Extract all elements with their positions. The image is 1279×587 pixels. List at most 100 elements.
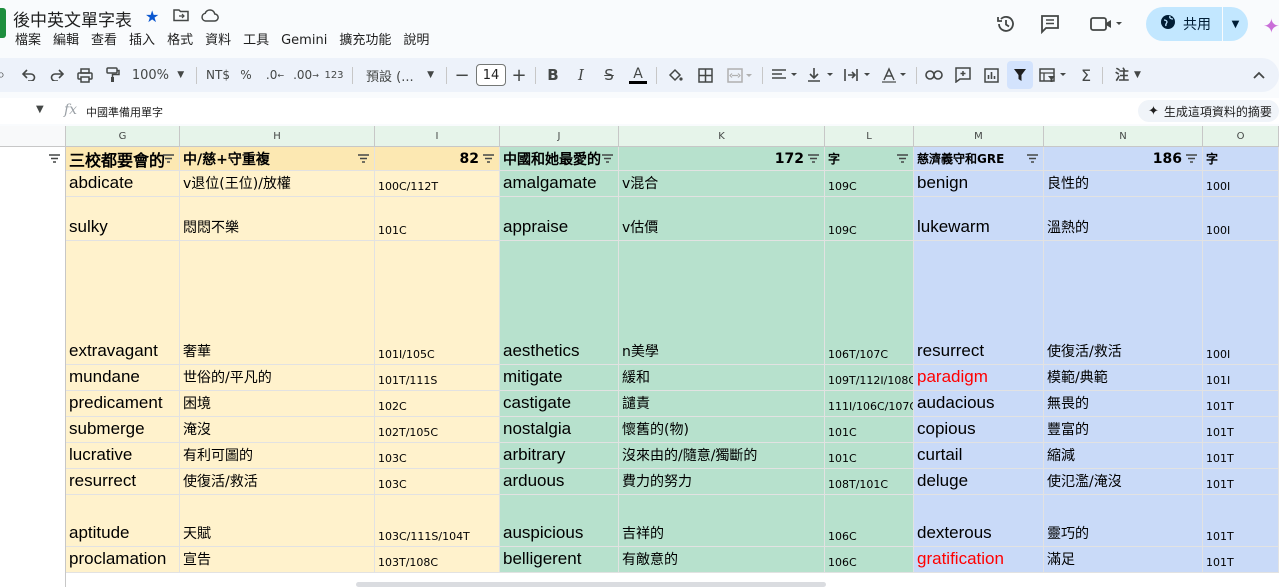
header-cell-i[interactable]: 82 [375, 147, 500, 171]
insert-link-icon[interactable] [922, 58, 946, 92]
font-family-select[interactable]: 預設 (... ▼ [360, 58, 440, 92]
currency-format-button[interactable]: NT$ [204, 58, 232, 92]
meet-video-icon[interactable] [1086, 10, 1126, 38]
menu-extensions[interactable]: 擴充功能 [334, 32, 398, 49]
cell-N-row-1[interactable]: 溫熱的 [1044, 197, 1203, 241]
increase-decimal-button[interactable]: .00 → [292, 58, 320, 92]
cell-H-row-6[interactable]: 有利可圖的 [180, 443, 375, 469]
more-formats-button[interactable]: 123 [323, 58, 345, 92]
select-all-corner[interactable] [0, 126, 66, 147]
cell-G-row-6[interactable]: lucrative [66, 443, 180, 469]
header-cell-n[interactable]: 186 [1044, 147, 1203, 171]
cell-L-row-1[interactable]: 109C [825, 197, 914, 241]
menu-file[interactable]: 檔案 [10, 32, 48, 49]
cell-I-row-1[interactable]: 101C [375, 197, 500, 241]
cell-M-row-7[interactable]: deluge [914, 469, 1044, 495]
search-menus-icon[interactable]: ⌕ [0, 58, 8, 92]
cell-N-row-7[interactable]: 使氾濫/淹沒 [1044, 469, 1203, 495]
merge-cells-icon[interactable] [724, 58, 756, 92]
cell-K-row-1[interactable]: v估價 [619, 197, 825, 241]
horizontal-align-icon[interactable] [770, 58, 800, 92]
cell-N-row-4[interactable]: 無畏的 [1044, 391, 1203, 417]
cell-L-row-5[interactable]: 101C [825, 417, 914, 443]
undo-icon[interactable] [18, 58, 40, 92]
column-header-N[interactable]: N [1044, 126, 1203, 147]
column-filter-icon[interactable] [1027, 153, 1038, 166]
input-tools-icon[interactable]: 注 ▼ [1110, 58, 1146, 92]
vertical-align-icon[interactable] [806, 58, 836, 92]
column-header-I[interactable]: I [375, 126, 500, 147]
column-header-M[interactable]: M [914, 126, 1044, 147]
cell-M-row-3[interactable]: paradigm [914, 365, 1044, 391]
cell-L-row-0[interactable]: 109C [825, 171, 914, 197]
share-button[interactable]: 共用 ▼ [1146, 7, 1248, 41]
cell-area[interactable]: 三校都要會的 中/慈+守重複 82 中國和她最愛的 172 字 慈濟義守和GRE 186 字 ab… [0, 147, 1279, 587]
column-filter-icon[interactable] [1186, 153, 1197, 166]
cell-O-row-6[interactable]: 101T [1203, 443, 1279, 469]
cloud-status-icon[interactable] [201, 8, 219, 26]
cell-K-row-8[interactable]: 吉祥的 [619, 495, 825, 547]
cell-G-row-9[interactable]: proclamation [66, 547, 180, 573]
sheets-logo-icon[interactable] [0, 8, 6, 38]
formula-input[interactable]: 中國準備用單字 [86, 104, 163, 120]
cell-J-row-6[interactable]: arbitrary [500, 443, 619, 469]
print-icon[interactable] [74, 58, 96, 92]
cell-G-row-2[interactable]: extravagant [66, 241, 180, 365]
cell-I-row-4[interactable]: 102C [375, 391, 500, 417]
cell-K-row-3[interactable]: 緩和 [619, 365, 825, 391]
filter-views-icon[interactable] [1038, 58, 1070, 92]
menu-tools[interactable]: 工具 [238, 32, 276, 49]
cell-H-row-8[interactable]: 天賦 [180, 495, 375, 547]
cell-K-row-2[interactable]: n美學 [619, 241, 825, 365]
cell-L-row-6[interactable]: 101C [825, 443, 914, 469]
cell-N-row-8[interactable]: 靈巧的 [1044, 495, 1203, 547]
cell-K-row-7[interactable]: 費力的努力 [619, 469, 825, 495]
cell-O-row-5[interactable]: 101T [1203, 417, 1279, 443]
cell-H-row-5[interactable]: 淹沒 [180, 417, 375, 443]
cell-L-row-3[interactable]: 109T/112I/108C [825, 365, 914, 391]
cell-J-row-8[interactable]: auspicious [500, 495, 619, 547]
cell-G-row-0[interactable]: abdicate [66, 171, 180, 197]
column-header-J[interactable]: J [500, 126, 619, 147]
zoom-select[interactable]: 100% ▼ [130, 58, 186, 92]
strikethrough-button[interactable]: S [598, 58, 620, 92]
cell-J-row-7[interactable]: arduous [500, 469, 619, 495]
column-header-K[interactable]: K [619, 126, 825, 147]
column-header-G[interactable]: G [66, 126, 180, 147]
cell-L-row-2[interactable]: 106T/107C [825, 241, 914, 365]
cell-G-row-8[interactable]: aptitude [66, 495, 180, 547]
decrease-font-size-button[interactable]: − [453, 58, 471, 92]
cell-K-row-0[interactable]: v混合 [619, 171, 825, 197]
cell-J-row-1[interactable]: appraise [500, 197, 619, 241]
version-history-icon[interactable] [992, 10, 1020, 38]
generate-summary-button[interactable]: ✦ 生成這項資料的摘要 [1138, 100, 1279, 122]
italic-button[interactable]: I [570, 58, 592, 92]
cell-M-row-5[interactable]: copious [914, 417, 1044, 443]
cell-I-row-6[interactable]: 103C [375, 443, 500, 469]
cell-M-row-8[interactable]: dexterous [914, 495, 1044, 547]
cell-H-row-7[interactable]: 使復活/救活 [180, 469, 375, 495]
cell-L-row-4[interactable]: 111I/106C/107C [825, 391, 914, 417]
cell-M-row-4[interactable]: audacious [914, 391, 1044, 417]
cell-I-row-0[interactable]: 100C/112T [375, 171, 500, 197]
cell-N-row-2[interactable]: 使復活/救活 [1044, 241, 1203, 365]
cell-N-row-6[interactable]: 縮減 [1044, 443, 1203, 469]
column-filter-icon[interactable] [897, 153, 908, 166]
cell-G-row-3[interactable]: mundane [66, 365, 180, 391]
comments-icon[interactable] [1036, 10, 1064, 38]
redo-icon[interactable] [46, 58, 68, 92]
move-folder-icon[interactable] [173, 8, 189, 26]
column-filter-icon[interactable] [358, 153, 369, 166]
menu-edit[interactable]: 編輯 [48, 32, 86, 49]
cell-N-row-3[interactable]: 模範/典範 [1044, 365, 1203, 391]
cell-O-row-0[interactable]: 100I [1203, 171, 1279, 197]
name-box-dropdown-icon[interactable]: ▼ [36, 104, 44, 115]
cell-O-row-9[interactable]: 101T [1203, 547, 1279, 573]
header-cell-o[interactable]: 字 [1203, 147, 1279, 171]
cell-I-row-2[interactable]: 101I/105C [375, 241, 500, 365]
cell-N-row-9[interactable]: 滿足 [1044, 547, 1203, 573]
cell-M-row-6[interactable]: curtail [914, 443, 1044, 469]
cell-J-row-4[interactable]: castigate [500, 391, 619, 417]
column-header-H[interactable]: H [180, 126, 375, 147]
cell-H-row-4[interactable]: 困境 [180, 391, 375, 417]
